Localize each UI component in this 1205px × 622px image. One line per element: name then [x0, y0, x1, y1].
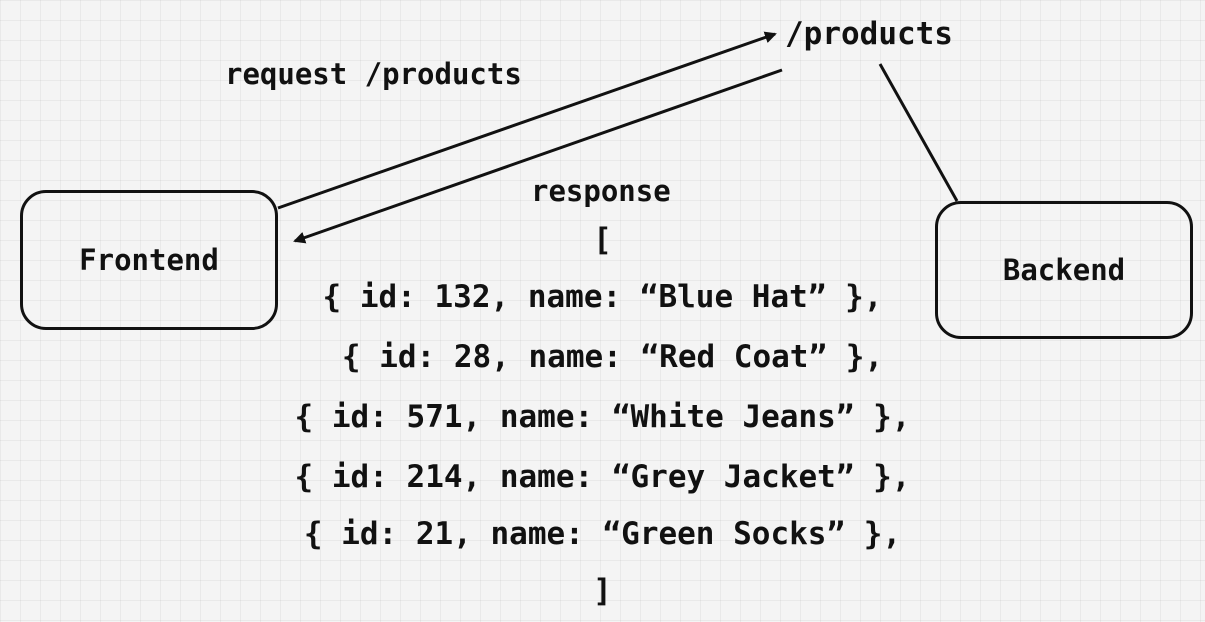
- endpoint-label: /products: [785, 16, 953, 52]
- response-item: { id: 28, name: “Red Coat” },: [341, 339, 884, 375]
- response-item: { id: 21, name: “Green Socks” },: [303, 516, 902, 552]
- response-item: { id: 571, name: “White Jeans” },: [294, 399, 911, 435]
- response-arrow: [293, 68, 783, 244]
- response-close-bracket: ]: [593, 573, 612, 609]
- response-item: { id: 132, name: “Blue Hat” },: [322, 279, 883, 315]
- backend-connector: [878, 63, 959, 202]
- response-item: { id: 214, name: “Grey Jacket” },: [294, 459, 911, 495]
- response-open-bracket: [: [593, 222, 612, 258]
- response-label: response: [531, 174, 671, 208]
- request-label: request /products: [225, 57, 522, 91]
